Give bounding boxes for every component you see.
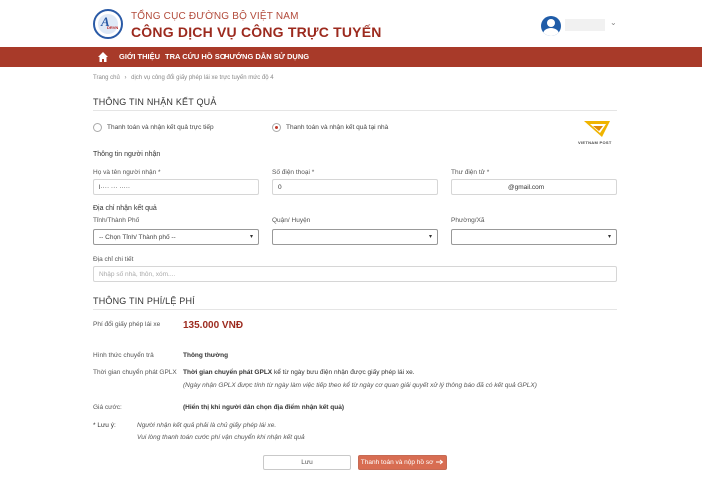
avatar-head [547,19,555,27]
site-header: A DRVN TỔNG CỤC ĐƯỜNG BỘ VIỆT NAM CÔNG D… [0,0,702,47]
ward-select[interactable]: ▾ [451,229,617,245]
drvn-logo[interactable]: A DRVN [93,9,123,39]
breadcrumb-separator: › [124,75,127,81]
email-label: Thư điện tử * [451,169,490,176]
user-name-redacted[interactable] [565,19,605,31]
vietnam-post-logo: VIETNAM POST [576,117,618,147]
pay-submit-label: Thanh toán và nộp hồ sơ [360,459,434,466]
radio-home[interactable] [272,123,281,132]
portal-title[interactable]: CÔNG DỊCH VỤ CÔNG TRỰC TUYẾN [131,24,382,40]
delivery-time-value: Thời gian chuyển phát GPLX kể từ ngày bư… [183,369,415,376]
arrow-right-icon [436,459,444,465]
radio-direct[interactable] [93,123,102,132]
note-1: Người nhận kết quả phải là chủ giấy phép… [137,422,277,429]
breadcrumb: Trang chủ › dịch vụ công đổi giấy phép l… [93,75,274,81]
radio-home-label[interactable]: Thanh toán và nhận kết quả tại nhà [286,124,388,131]
agency-name: TỔNG CỤC ĐƯỜNG BỘ VIỆT NAM [131,11,299,22]
name-field[interactable]: l···· ··· ····· [93,179,259,195]
license-fee-label: Phí đổi giấy phép lái xe [93,321,161,328]
radio-direct-label[interactable]: Thanh toán và nhận kết quả trực tiếp [107,124,214,131]
district-select[interactable]: ▾ [272,229,438,245]
chevron-down-icon: ▾ [607,234,611,240]
note-label: * Lưu ý: [93,422,116,429]
save-button[interactable]: Lưu [263,455,351,470]
logo-text: DRVN [107,25,119,30]
shipping-method-value: Thông thường [183,352,229,359]
pay-submit-button[interactable]: Thanh toán và nộp hồ sơ [358,455,447,470]
fees-section-title: THÔNG TIN PHÍ/LỆ PHÍ [93,296,195,306]
postage-label: Giá cước: [93,404,122,411]
postage-value: (Hiển thị khi người dân chọn địa điểm nh… [183,404,345,411]
recipient-title: Thông tin người nhận [93,151,161,158]
delivery-time-bold: Thời gian chuyển phát GPLX [183,369,273,376]
breadcrumb-home[interactable]: Trang chủ [93,75,120,81]
chevron-down-icon: ▾ [428,234,432,240]
address-title: Địa chỉ nhận kết quả [93,205,157,212]
vietnam-post-icon [584,121,610,137]
province-label: Tỉnh/Thành Phố [93,217,140,224]
phone-field[interactable]: 0 [272,179,438,195]
ward-label: Phường/Xã [451,217,485,224]
delivery-time-note: (Ngày nhận GPLX được tính từ ngày làm vi… [183,382,537,389]
delivery-time-text: kể từ ngày bưu điện nhận được giấy phép … [272,369,415,376]
shipping-method-label: Hình thức chuyển trả [93,352,154,359]
nav-item-guide[interactable]: HƯỚNG DẪN SỬ DỤNG [224,52,309,61]
license-fee-value: 135.000 VNĐ [183,320,244,331]
email-field[interactable]: @gmail.com [451,179,617,195]
name-label: Họ và tên người nhận * [93,169,161,176]
detail-address-label: Địa chỉ chi tiết [93,256,134,263]
province-select[interactable]: -- Chọn Tỉnh/ Thành phố -- ▾ [93,229,259,245]
vietnam-post-text: VIETNAM POST [578,140,612,145]
home-icon[interactable] [98,51,108,63]
divider [93,110,617,111]
phone-label: Số điện thoại * [272,169,315,176]
note-2: Vui lòng thanh toán cước phí vận chuyển … [137,434,305,441]
chevron-down-icon[interactable]: ⌄ [610,18,617,27]
avatar-body [543,28,559,36]
main-nav: GIỚI THIỆU TRA CỨU HỒ SƠ HƯỚNG DẪN SỬ DỤ… [0,47,702,67]
district-label: Quận/ Huyện [272,217,311,224]
divider [93,309,617,310]
receive-section-title: THÔNG TIN NHẬN KẾT QUẢ [93,97,217,107]
province-select-value: -- Chọn Tỉnh/ Thành phố -- [99,234,176,241]
nav-item-lookup[interactable]: TRA CỨU HỒ SƠ [165,52,226,61]
nav-item-about[interactable]: GIỚI THIỆU [119,52,160,61]
breadcrumb-current: dịch vụ công đổi giấy phép lái xe trực t… [131,75,274,81]
chevron-down-icon: ▾ [249,234,253,240]
delivery-time-label: Thời gian chuyển phát GPLX [93,369,177,376]
detail-address-input[interactable]: Nhập số nhà, thôn, xóm.... [93,266,617,282]
user-avatar-icon[interactable] [541,16,561,36]
